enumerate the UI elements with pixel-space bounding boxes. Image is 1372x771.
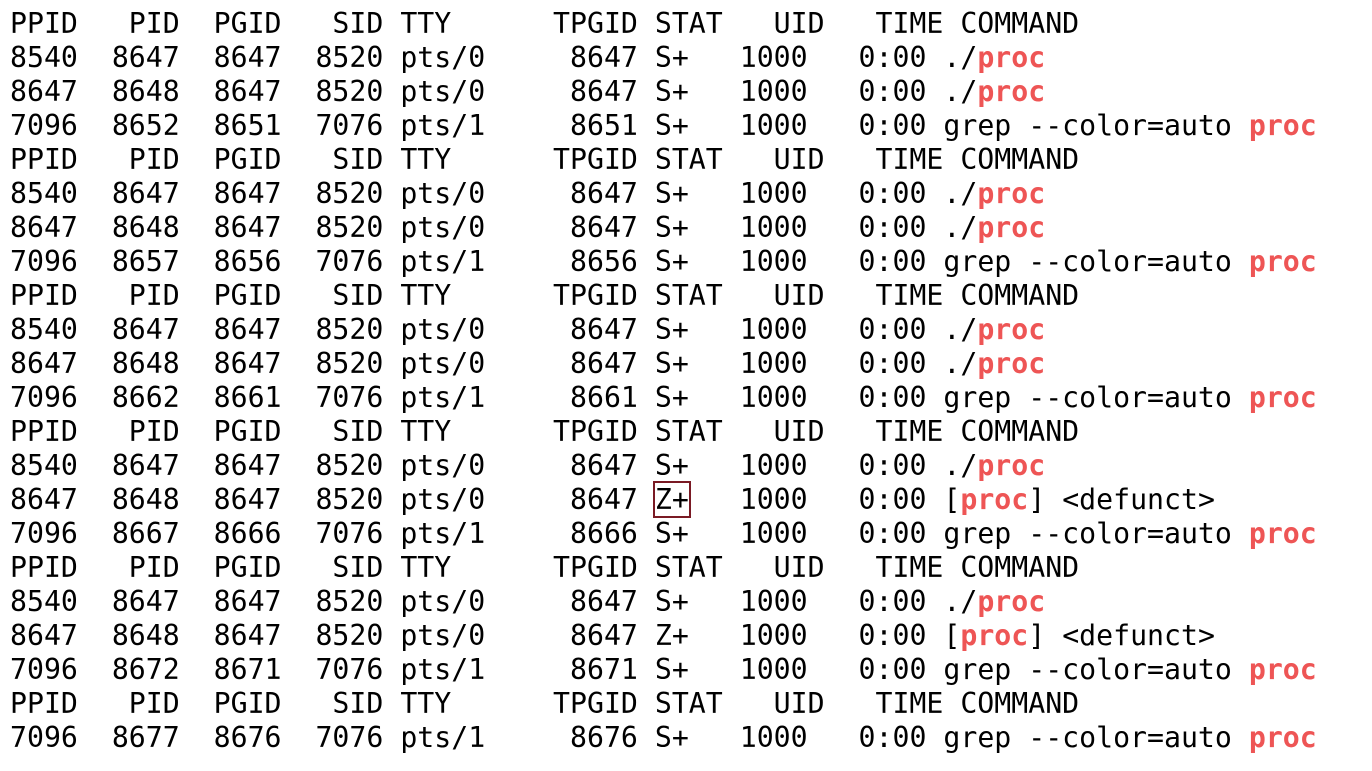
ps-process-line: 8540 8647 8647 8520 pts/0 8647 S+ 1000 0… <box>10 449 1372 483</box>
command-prefix: 1000 0:00 ./ <box>688 211 978 244</box>
stat-field: S+ <box>654 245 689 278</box>
command-prefix: 1000 0:00 [ <box>688 619 961 652</box>
grep-match: proc <box>977 177 1046 210</box>
ps-process-line: 8647 8648 8647 8520 pts/0 8647 Z+ 1000 0… <box>10 481 1372 518</box>
ps-process-line: 7096 8672 8671 7076 pts/1 8671 S+ 1000 0… <box>10 653 1372 687</box>
stat-field: S+ <box>654 177 689 210</box>
process-fields: 7096 8677 8676 7076 pts/1 8676 <box>10 721 655 754</box>
process-fields: 8540 8647 8647 8520 pts/0 8647 <box>10 177 655 210</box>
ps-header-line: PPID PID PGID SID TTY TPGID STAT UID TIM… <box>10 143 1372 177</box>
ps-header-line: PPID PID PGID SID TTY TPGID STAT UID TIM… <box>10 551 1372 585</box>
command-suffix: ] <defunct> <box>1028 483 1215 516</box>
ps-header-line: PPID PID PGID SID TTY TPGID STAT UID TIM… <box>10 415 1372 449</box>
process-fields: 8647 8648 8647 8520 pts/0 8647 <box>10 211 655 244</box>
stat-field: S+ <box>654 211 689 244</box>
ps-process-line: 8540 8647 8647 8520 pts/0 8647 S+ 1000 0… <box>10 177 1372 211</box>
command-prefix: 1000 0:00 ./ <box>688 41 978 74</box>
process-fields: 8647 8648 8647 8520 pts/0 8647 <box>10 619 655 652</box>
grep-match: proc <box>1248 721 1317 754</box>
stat-zombie-highlight: Z+ <box>652 481 691 518</box>
ps-header-line: PPID PID PGID SID TTY TPGID STAT UID TIM… <box>10 7 1372 41</box>
ps-process-line: 8647 8648 8647 8520 pts/0 8647 S+ 1000 0… <box>10 75 1372 109</box>
grep-match: proc <box>977 347 1046 380</box>
command-prefix: 1000 0:00 grep --color=auto <box>688 517 1249 550</box>
header-text: PPID PID PGID SID TTY TPGID STAT UID TIM… <box>10 687 1080 720</box>
stat-field: S+ <box>654 449 689 482</box>
grep-match: proc <box>1248 381 1317 414</box>
grep-match: proc <box>977 449 1046 482</box>
stat-field: S+ <box>654 721 689 754</box>
ps-process-line: 7096 8652 8651 7076 pts/1 8651 S+ 1000 0… <box>10 109 1372 143</box>
command-suffix: ] <defunct> <box>1028 619 1215 652</box>
process-fields: 7096 8662 8661 7076 pts/1 8661 <box>10 381 655 414</box>
stat-field: S+ <box>654 313 689 346</box>
ps-process-line: 7096 8662 8661 7076 pts/1 8661 S+ 1000 0… <box>10 381 1372 415</box>
process-fields: 8540 8647 8647 8520 pts/0 8647 <box>10 313 655 346</box>
stat-field: S+ <box>654 653 689 686</box>
process-fields: 7096 8657 8656 7076 pts/1 8656 <box>10 245 655 278</box>
grep-match: proc <box>960 619 1029 652</box>
command-prefix: 1000 0:00 ./ <box>688 449 978 482</box>
grep-match: proc <box>977 75 1046 108</box>
grep-match: proc <box>1248 517 1317 550</box>
process-fields: 7096 8652 8651 7076 pts/1 8651 <box>10 109 655 142</box>
header-text: PPID PID PGID SID TTY TPGID STAT UID TIM… <box>10 415 1080 448</box>
stat-field: S+ <box>654 347 689 380</box>
stat-field: S+ <box>654 381 689 414</box>
ps-process-line: 7096 8667 8666 7076 pts/1 8666 S+ 1000 0… <box>10 517 1372 551</box>
terminal-output: PPID PID PGID SID TTY TPGID STAT UID TIM… <box>0 0 1372 771</box>
ps-process-line: 8540 8647 8647 8520 pts/0 8647 S+ 1000 0… <box>10 313 1372 347</box>
stat-field: S+ <box>654 517 689 550</box>
grep-match: proc <box>1248 245 1317 278</box>
grep-match: proc <box>977 313 1046 346</box>
process-fields: 7096 8672 8671 7076 pts/1 8671 <box>10 653 655 686</box>
command-prefix: 1000 0:00 grep --color=auto <box>688 381 1249 414</box>
command-prefix: 1000 0:00 ./ <box>688 347 978 380</box>
command-prefix: 1000 0:00 ./ <box>688 585 978 618</box>
command-prefix: 1000 0:00 ./ <box>688 313 978 346</box>
process-fields: 8540 8647 8647 8520 pts/0 8647 <box>10 41 655 74</box>
ps-process-line: 8540 8647 8647 8520 pts/0 8647 S+ 1000 0… <box>10 41 1372 75</box>
header-text: PPID PID PGID SID TTY TPGID STAT UID TIM… <box>10 143 1080 176</box>
header-text: PPID PID PGID SID TTY TPGID STAT UID TIM… <box>10 279 1080 312</box>
process-fields: 8647 8648 8647 8520 pts/0 8647 <box>10 347 655 380</box>
header-text: PPID PID PGID SID TTY TPGID STAT UID TIM… <box>10 7 1080 40</box>
ps-process-line: 8647 8648 8647 8520 pts/0 8647 S+ 1000 0… <box>10 347 1372 381</box>
ps-header-line: PPID PID PGID SID TTY TPGID STAT UID TIM… <box>10 279 1372 313</box>
ps-process-line: 7096 8657 8656 7076 pts/1 8656 S+ 1000 0… <box>10 245 1372 279</box>
process-fields: 7096 8667 8666 7076 pts/1 8666 <box>10 517 655 550</box>
stat-field: S+ <box>654 75 689 108</box>
command-prefix: 1000 0:00 grep --color=auto <box>688 721 1249 754</box>
ps-process-line: 7096 8677 8676 7076 pts/1 8676 S+ 1000 0… <box>10 721 1372 755</box>
grep-match: proc <box>977 211 1046 244</box>
command-prefix: 1000 0:00 grep --color=auto <box>688 653 1249 686</box>
process-fields: 8647 8648 8647 8520 pts/0 8647 <box>10 483 655 516</box>
stat-field: S+ <box>654 585 689 618</box>
stat-field: S+ <box>654 41 689 74</box>
grep-match: proc <box>977 585 1046 618</box>
process-fields: 8540 8647 8647 8520 pts/0 8647 <box>10 449 655 482</box>
ps-process-line: 8647 8648 8647 8520 pts/0 8647 S+ 1000 0… <box>10 211 1372 245</box>
command-prefix: 1000 0:00 grep --color=auto <box>688 109 1249 142</box>
command-prefix: 1000 0:00 [ <box>688 483 961 516</box>
command-prefix: 1000 0:00 ./ <box>688 177 978 210</box>
ps-header-line: PPID PID PGID SID TTY TPGID STAT UID TIM… <box>10 687 1372 721</box>
grep-match: proc <box>1248 653 1317 686</box>
command-prefix: 1000 0:00 grep --color=auto <box>688 245 1249 278</box>
command-prefix: 1000 0:00 ./ <box>688 75 978 108</box>
ps-process-line: 8540 8647 8647 8520 pts/0 8647 S+ 1000 0… <box>10 585 1372 619</box>
grep-match: proc <box>1248 109 1317 142</box>
grep-match: proc <box>960 483 1029 516</box>
header-text: PPID PID PGID SID TTY TPGID STAT UID TIM… <box>10 551 1080 584</box>
stat-field: Z+ <box>654 619 689 652</box>
stat-field: S+ <box>654 109 689 142</box>
process-fields: 8647 8648 8647 8520 pts/0 8647 <box>10 75 655 108</box>
grep-match: proc <box>977 41 1046 74</box>
process-fields: 8540 8647 8647 8520 pts/0 8647 <box>10 585 655 618</box>
ps-process-line: 8647 8648 8647 8520 pts/0 8647 Z+ 1000 0… <box>10 619 1372 653</box>
